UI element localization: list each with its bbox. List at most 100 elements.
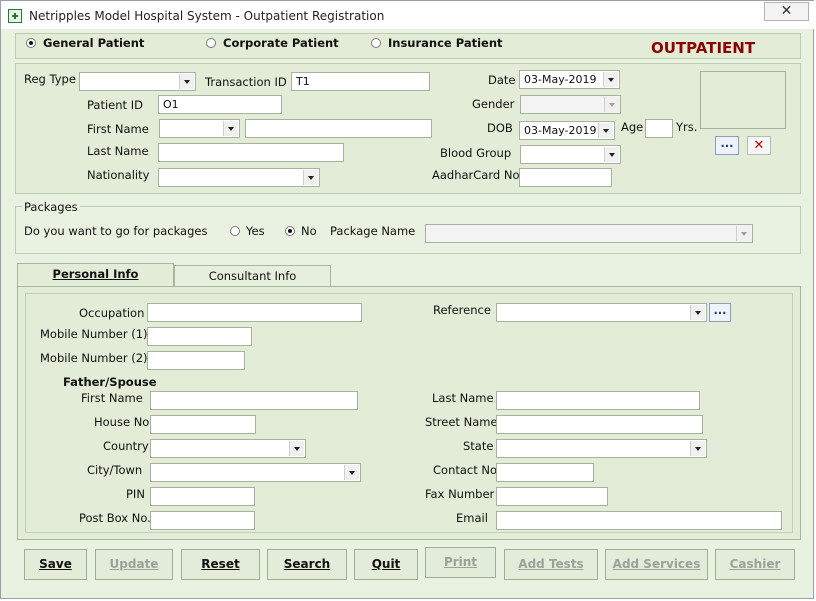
chevron-down-icon[interactable] [289, 441, 304, 456]
quit-button[interactable]: Quit [354, 549, 418, 580]
add-tests-button-label: Add Tests [518, 557, 584, 571]
date-value: 03-May-2019 [524, 73, 597, 86]
pin-label: PIN [126, 487, 145, 501]
package-name-label: Package Name [330, 224, 416, 238]
close-window-button[interactable]: ✕ [764, 2, 809, 21]
chevron-down-icon[interactable] [179, 74, 194, 89]
package-name-combo[interactable] [425, 224, 753, 243]
chevron-down-icon[interactable] [604, 97, 619, 112]
packages-yes-label[interactable]: Yes [246, 224, 265, 238]
aadhar-field[interactable] [519, 168, 612, 187]
save-button-label: Save [39, 557, 72, 571]
aadhar-label: AadharCard No [432, 168, 520, 182]
last-name-field[interactable] [158, 143, 344, 162]
years-label: Yrs. [676, 120, 698, 134]
general-patient-radio[interactable] [26, 38, 36, 48]
email-field[interactable] [496, 511, 782, 530]
chevron-down-icon[interactable] [690, 441, 705, 456]
packages-group-label: Packages [22, 200, 80, 214]
add-services-button[interactable]: Add Services [605, 549, 708, 580]
print-button[interactable]: Print [425, 547, 496, 578]
corporate-patient-label[interactable]: Corporate Patient [223, 36, 339, 50]
reset-button-label: Reset [201, 557, 240, 571]
reference-combo[interactable] [496, 303, 707, 322]
fs-first-name-field[interactable] [150, 391, 358, 410]
chevron-down-icon[interactable] [344, 465, 359, 480]
occupation-field[interactable] [147, 303, 362, 322]
blood-group-combo[interactable] [520, 145, 621, 164]
contact-no-label: Contact No [433, 463, 498, 477]
insurance-patient-label[interactable]: Insurance Patient [388, 36, 503, 50]
quit-button-label: Quit [371, 557, 401, 571]
search-button[interactable]: Search [267, 549, 347, 580]
post-box-field[interactable] [150, 511, 255, 530]
update-button[interactable]: Update [95, 549, 173, 580]
mobile2-label: Mobile Number (2) [40, 351, 148, 365]
mobile2-field[interactable] [147, 351, 245, 370]
packages-no-radio[interactable] [285, 226, 295, 236]
packages-yes-radio[interactable] [230, 226, 240, 236]
outpatient-banner: OUTPATIENT [651, 39, 756, 57]
reset-button[interactable]: Reset [181, 549, 260, 580]
street-name-field[interactable] [496, 415, 703, 434]
dob-picker[interactable]: 03-May-2019 [519, 121, 615, 140]
save-button[interactable]: Save [24, 549, 87, 580]
tab-personal-info[interactable]: Personal Info [17, 263, 174, 287]
search-button-label: Search [283, 557, 331, 571]
general-patient-label[interactable]: General Patient [43, 36, 144, 50]
fs-last-name-label: Last Name [432, 391, 494, 405]
dob-label: DOB [487, 121, 513, 135]
registration-window: Netripples Model Hospital System - Outpa… [0, 0, 815, 599]
cashier-button[interactable]: Cashier [715, 549, 795, 580]
packages-question: Do you want to go for packages [24, 224, 208, 238]
chevron-down-icon[interactable] [598, 123, 613, 138]
tab-consultant-info[interactable]: Consultant Info [174, 265, 331, 287]
gender-combo[interactable] [520, 95, 621, 114]
occupation-label: Occupation [79, 306, 145, 320]
first-name-label: First Name [87, 122, 149, 136]
house-no-label: House No [94, 415, 150, 429]
date-label: Date [488, 73, 516, 87]
fax-number-field[interactable] [496, 487, 608, 506]
patient-id-field[interactable]: O1 [158, 95, 282, 114]
house-no-field[interactable] [150, 415, 256, 434]
mobile1-label: Mobile Number (1) [40, 327, 148, 341]
nationality-combo[interactable] [158, 168, 320, 187]
insurance-patient-radio[interactable] [371, 38, 381, 48]
chevron-down-icon[interactable] [223, 121, 238, 136]
browse-photo-button[interactable]: ... [715, 136, 739, 155]
add-tests-button[interactable]: Add Tests [504, 549, 598, 580]
email-label: Email [456, 511, 488, 525]
pin-field[interactable] [150, 487, 255, 506]
first-name-field[interactable] [245, 119, 432, 138]
country-combo[interactable] [150, 439, 306, 458]
fs-first-name-label: First Name [81, 391, 143, 405]
chevron-down-icon[interactable] [303, 170, 318, 185]
chevron-down-icon[interactable] [604, 147, 619, 162]
mobile1-field[interactable] [147, 327, 252, 346]
chevron-down-icon[interactable] [690, 305, 705, 320]
name-title-combo[interactable] [159, 119, 240, 138]
nationality-label: Nationality [87, 168, 150, 182]
fs-last-name-field[interactable] [496, 391, 700, 410]
tab-personal-info-label: Personal Info [52, 267, 139, 281]
last-name-label: Last Name [87, 144, 149, 158]
remove-photo-button[interactable]: ✕ [747, 136, 771, 155]
contact-no-field[interactable] [496, 463, 594, 482]
chevron-down-icon[interactable] [736, 226, 751, 241]
patient-photo-box [700, 71, 786, 129]
packages-no-label[interactable]: No [301, 224, 317, 238]
city-combo[interactable] [150, 463, 361, 482]
reference-browse-button[interactable]: ... [709, 303, 731, 322]
add-services-button-label: Add Services [612, 557, 701, 571]
corporate-patient-radio[interactable] [206, 38, 216, 48]
state-combo[interactable] [496, 439, 707, 458]
age-field[interactable] [645, 119, 673, 138]
print-button-label: Print [443, 555, 478, 569]
reg-type-label: Reg Type [24, 72, 76, 86]
date-picker[interactable]: 03-May-2019 [519, 70, 620, 89]
transaction-id-field[interactable]: T1 [291, 72, 430, 91]
street-name-label: Street Name [425, 415, 498, 429]
reg-type-combo[interactable] [79, 72, 196, 91]
chevron-down-icon[interactable] [603, 72, 618, 87]
